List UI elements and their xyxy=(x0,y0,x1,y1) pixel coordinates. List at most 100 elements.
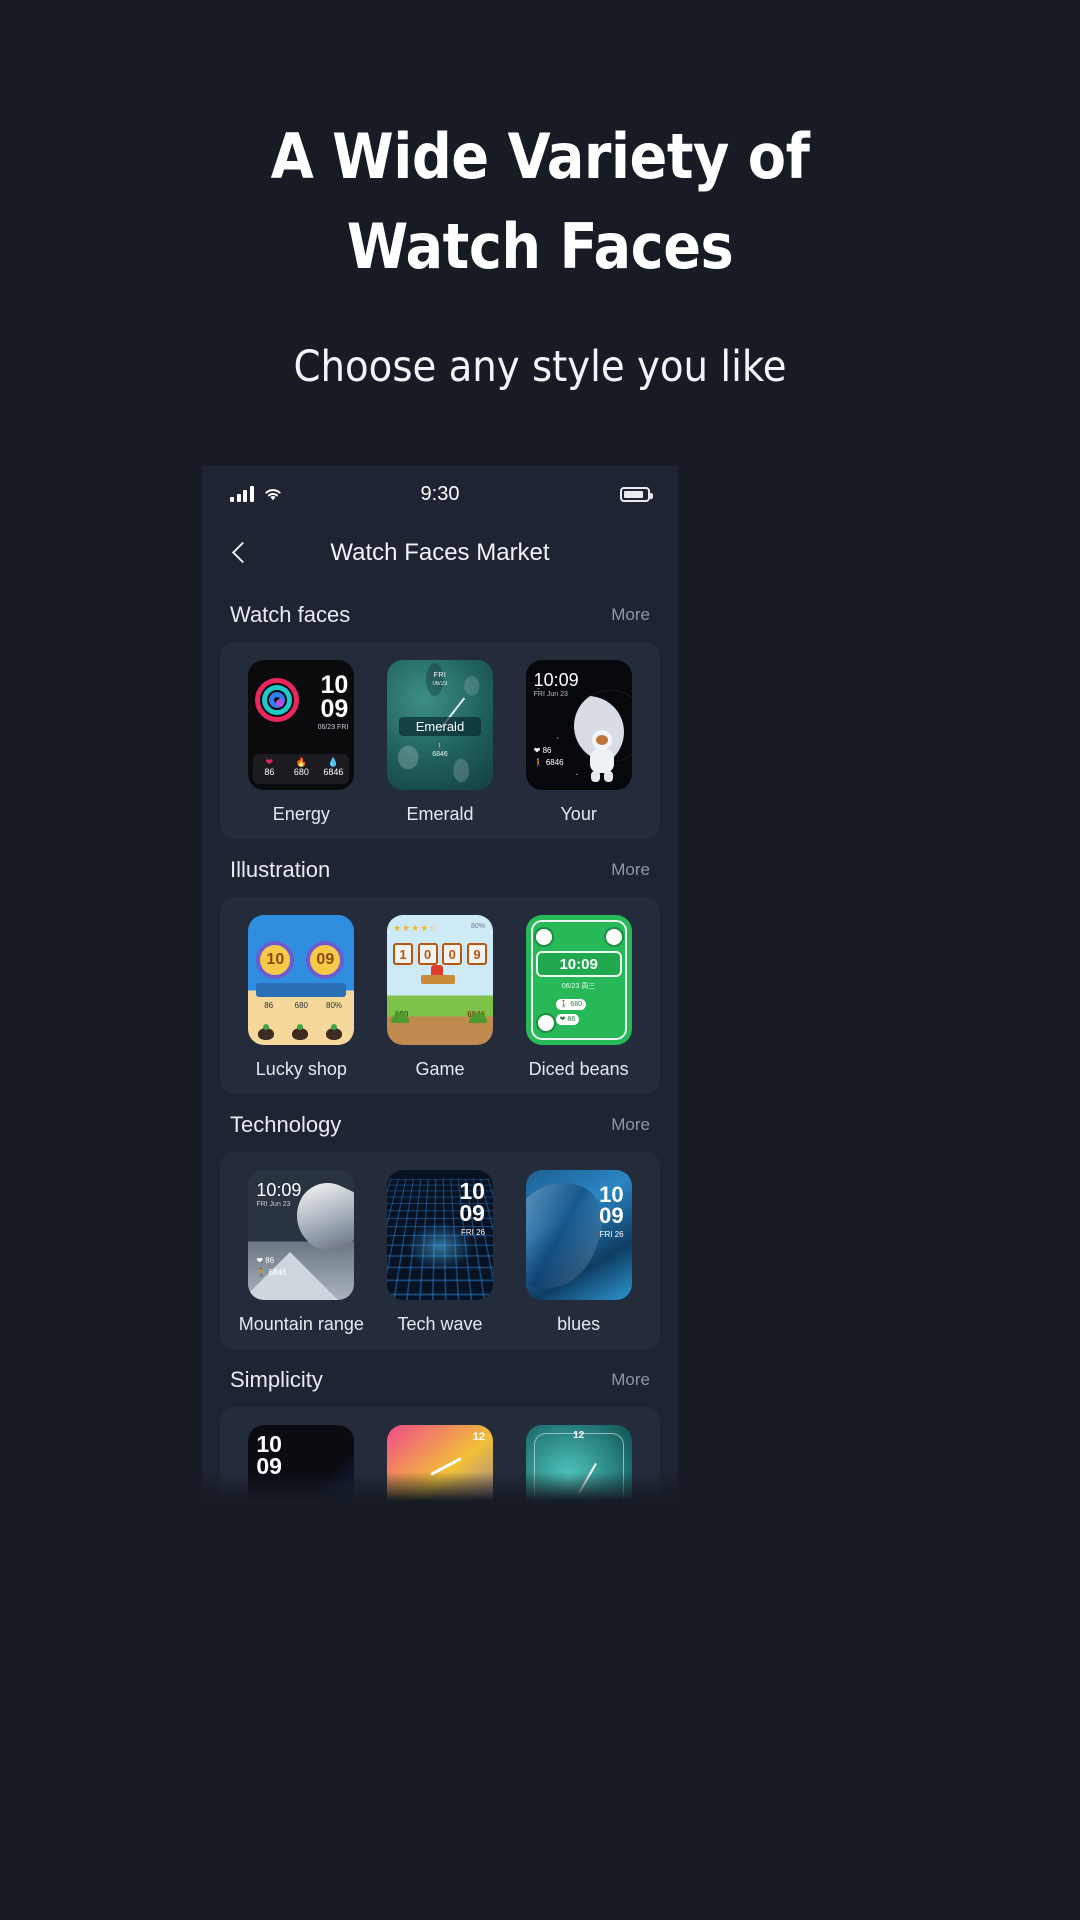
thumb-date: FRI 26 xyxy=(599,1230,624,1239)
watch-face-name: Energy xyxy=(272,804,330,824)
watch-face-thumb-blues[interactable]: 10 09 FRI 26 xyxy=(525,1170,632,1300)
watch-face-thumb-energy[interactable]: 10 09 06/23 FRI ❤ 86 🔥 680 💧 6846 xyxy=(248,660,355,790)
thumb-time: 10 09 xyxy=(459,1178,485,1226)
character-sprite xyxy=(430,965,443,975)
section-header-technology: Technology More xyxy=(202,1094,678,1152)
watch-face-thumb-diced-beans[interactable]: 10:09 06/23 周三 🚶 680 ❤ 86 xyxy=(525,915,632,1045)
thumb-time: 10:09 xyxy=(256,1180,302,1200)
content-scroll[interactable]: Watch faces More 10 09 06/23 FRI ❤ 86 🔥 … xyxy=(202,584,678,1506)
hour-marker: 12 xyxy=(472,1431,485,1443)
thumb-heart-rate: ❤ 86 xyxy=(555,1014,580,1025)
thumb-stats: 86 680 80% xyxy=(264,1001,343,1010)
watch-face-name: Diced beans xyxy=(528,1059,629,1079)
thumb-date: 06/23 周三 xyxy=(561,983,596,990)
card-group-watch-faces: 1009 06/23 FRI ❤86 🔥680 💧6846 Energy xyxy=(220,642,660,839)
vegetable-icon xyxy=(258,1024,275,1040)
watch-face-item[interactable]: 10:09 06/23 周三 🚶 680 ❤ 86 Diced beans xyxy=(513,915,645,1080)
status-right-icons xyxy=(620,486,653,502)
thumb-time: 10 09 xyxy=(256,1431,282,1479)
hero-title-line2: Watch Faces xyxy=(346,210,734,283)
watch-face-name: Mountain range xyxy=(238,1314,364,1334)
bottom-fade xyxy=(202,1472,678,1506)
watch-face-item[interactable]: ★★★★☆ 80% 1 0 0 9 680 6846 xyxy=(374,915,506,1080)
watch-face-thumb-emerald[interactable]: FRI 06/23 Emerald 🚶 6846 xyxy=(386,660,493,790)
hero-title-line1: A Wide Variety of xyxy=(270,120,810,193)
section-more-link[interactable]: More xyxy=(611,1115,650,1135)
watch-face-item[interactable]: 10:09 FRI Jun 23 ❤ 86 🚶 6846 Mountain ra… xyxy=(235,1170,367,1335)
thumb-heart-rate: ❤ 86 xyxy=(256,1256,275,1265)
section-title: Illustration xyxy=(230,857,331,882)
steps-icon: 🚶 xyxy=(435,743,445,750)
thumb-steps: 6846 xyxy=(432,751,448,758)
thumb-hour: 10 xyxy=(256,941,295,979)
shop-awning xyxy=(256,983,347,997)
watch-face-thumb-tech-wave[interactable]: 10 09 FRI 26 xyxy=(386,1170,493,1300)
watch-face-thumb-game[interactable]: ★★★★☆ 80% 1 0 0 9 680 6846 xyxy=(386,915,493,1045)
section-header-watch-faces: Watch faces More xyxy=(202,584,678,642)
astronaut-illustration xyxy=(586,730,618,782)
watch-face-item[interactable]: 10 09 06/23 FRI ❤ 86 🔥 680 💧 6846 Energy xyxy=(235,660,367,825)
section-header-illustration: Illustration More xyxy=(202,839,678,897)
vegetable-icon xyxy=(326,1024,343,1040)
activity-rings-icon xyxy=(255,678,300,722)
thumb-label: Emerald xyxy=(398,717,481,736)
thumb-time: 10 09 xyxy=(320,671,349,723)
thumb-date: FRI Jun 23 xyxy=(533,691,568,698)
section-more-link[interactable]: More xyxy=(611,1370,650,1390)
thumb-time: 10:09 xyxy=(533,670,579,690)
watch-face-name: Emerald xyxy=(406,804,474,824)
smiley-icon xyxy=(533,927,554,947)
thumb-date: FRI Jun 23 xyxy=(256,1201,291,1208)
thumb-stats: ❤ 86 🔥 680 💧 6846 xyxy=(253,754,350,784)
phone-mockup: 9:30 Watch Faces Market Watch faces More xyxy=(202,466,678,1506)
watch-face-item[interactable]: 10 09 86 680 80% Lucky shop xyxy=(235,915,367,1080)
section-title: Watch faces xyxy=(230,602,351,627)
watch-face-name: blues xyxy=(557,1314,601,1334)
hour-marker: 12 xyxy=(573,1430,585,1441)
section-more-link[interactable]: More xyxy=(611,860,650,880)
watch-face-thumb-lucky-shop[interactable]: 10 09 86 680 80% xyxy=(248,915,355,1045)
thumb-time: 10:09 xyxy=(535,951,622,977)
star-rating-icon: ★★★★☆ xyxy=(392,923,439,933)
section-title: Technology xyxy=(230,1112,342,1137)
watch-face-name: Lucky shop xyxy=(255,1059,347,1079)
section-header-simplicity: Simplicity More xyxy=(202,1349,678,1407)
battery-icon xyxy=(620,486,653,502)
status-time: 9:30 xyxy=(420,482,460,505)
watch-face-thumb-your[interactable]: 10:09 FRI Jun 23 ❤ 86 🚶 6846 xyxy=(525,660,632,790)
brick-block xyxy=(420,975,455,984)
thumb-heart-rate: ❤ 86 xyxy=(533,746,552,755)
watch-face-item[interactable]: 10 09 FRI 26 Tech wave xyxy=(374,1170,506,1335)
thumb-steps: 🚶 6846 xyxy=(256,1268,287,1277)
thumb-weekday: FRI xyxy=(433,672,447,679)
thumb-steps: 🚶 680 xyxy=(555,999,586,1010)
nav-bar: Watch Faces Market xyxy=(202,522,678,584)
status-bar: 9:30 xyxy=(202,466,678,522)
smiley-icon xyxy=(603,927,624,947)
thumb-date: 06/23 xyxy=(432,681,448,687)
watch-face-name: Tech wave xyxy=(397,1314,483,1334)
promo-page: A Wide Variety of Watch Faces Choose any… xyxy=(0,0,1080,1920)
thumb-date: 06/23 FRI xyxy=(317,724,349,731)
page-title: Watch Faces Market xyxy=(330,539,550,566)
thumb-steps: 🚶 6846 xyxy=(533,758,564,767)
card-group-illustration: 10 09 86 680 80% Lucky shop ★★★★☆ 80% 1 … xyxy=(220,897,660,1094)
thumb-minute: 09 xyxy=(306,941,345,979)
hero-section: A Wide Variety of Watch Faces Choose any… xyxy=(0,0,1080,392)
watch-face-name: Your xyxy=(560,804,597,824)
watch-face-thumb-mountain-range[interactable]: 10:09 FRI Jun 23 ❤ 86 🚶 6846 xyxy=(248,1170,355,1300)
smiley-icon xyxy=(535,1013,556,1033)
thumb-battery: 80% xyxy=(470,923,485,930)
watch-face-item[interactable]: 10 09 FRI 26 blues xyxy=(513,1170,645,1335)
watch-face-item[interactable]: FRI 06/23 Emerald 🚶 6846 Emerald xyxy=(374,660,506,825)
section-more-link[interactable]: More xyxy=(611,605,650,625)
hero-subtitle: Choose any style you like xyxy=(293,342,787,392)
vegetable-icon xyxy=(292,1024,309,1040)
section-title: Simplicity xyxy=(230,1367,323,1392)
thumb-time: 10 09 xyxy=(599,1182,624,1228)
thumb-time-digits: 1 0 0 9 xyxy=(392,943,487,965)
thumb-date: FRI 26 xyxy=(460,1228,485,1237)
watch-face-item[interactable]: 10:09 FRI Jun 23 ❤ 86 🚶 6846 Your xyxy=(513,660,645,825)
card-group-technology: 10:09 FRI Jun 23 ❤ 86 🚶 6846 Mountain ra… xyxy=(220,1152,660,1349)
watch-face-name: Game xyxy=(415,1059,465,1079)
